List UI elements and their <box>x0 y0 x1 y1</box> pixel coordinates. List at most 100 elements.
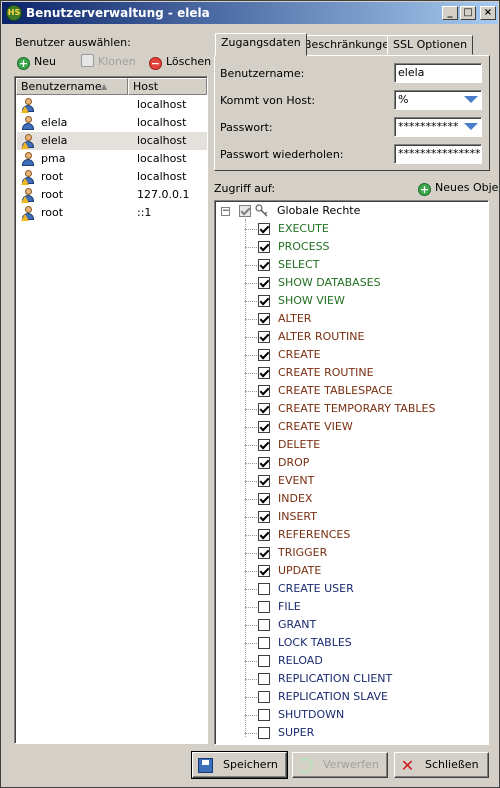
privilege-row[interactable]: UPDATE <box>215 562 488 580</box>
close-button[interactable]: ✕ Schließen <box>394 752 489 778</box>
privilege-checkbox[interactable] <box>258 349 270 361</box>
user-row[interactable]: elela localhost <box>17 132 207 150</box>
privilege-checkbox[interactable] <box>258 727 270 739</box>
privilege-row[interactable]: REFERENCES <box>215 526 488 544</box>
tree-connector <box>245 715 257 716</box>
privilege-row[interactable]: FILE <box>215 598 488 616</box>
privilege-row[interactable]: REPLICATION SLAVE <box>215 688 488 706</box>
tree-root-global-privileges[interactable]: − Globale Rechte <box>215 202 488 220</box>
chevron-down-icon[interactable] <box>464 96 478 103</box>
user-row[interactable]: elela localhost <box>17 114 207 132</box>
privilege-checkbox[interactable] <box>258 529 270 541</box>
privilege-row[interactable]: CREATE ROUTINE <box>215 364 488 382</box>
privilege-checkbox[interactable] <box>258 655 270 667</box>
privileges-tree[interactable]: − Globale Rechte EXECUTE PROCESS SELECT SHO… <box>214 200 489 745</box>
privilege-checkbox[interactable] <box>258 403 270 415</box>
privilege-row[interactable]: PROCESS <box>215 238 488 256</box>
column-header-username[interactable]: Benutzername ▲ <box>16 78 128 95</box>
privilege-row[interactable]: CREATE TEMPORARY TABLES <box>215 400 488 418</box>
privilege-row[interactable]: ALTER <box>215 310 488 328</box>
tab-ssl-options[interactable]: SSL Optionen <box>387 35 474 55</box>
privilege-row[interactable]: GRANT <box>215 616 488 634</box>
privilege-checkbox[interactable] <box>258 223 270 235</box>
new-object-button[interactable]: + Neues Obje <box>418 179 498 197</box>
privilege-checkbox[interactable] <box>258 241 270 253</box>
user-row[interactable]: root localhost <box>17 168 207 186</box>
privilege-checkbox[interactable] <box>258 295 270 307</box>
privilege-row[interactable]: CREATE <box>215 346 488 364</box>
privilege-checkbox[interactable] <box>258 637 270 649</box>
privilege-row[interactable]: DROP <box>215 454 488 472</box>
privilege-label: EVENT <box>278 474 315 487</box>
privilege-row[interactable]: CREATE VIEW <box>215 418 488 436</box>
tree-connector <box>245 301 257 302</box>
privilege-row[interactable]: SHOW VIEW <box>215 292 488 310</box>
privilege-checkbox[interactable] <box>258 619 270 631</box>
privilege-row[interactable]: ALTER ROUTINE <box>215 328 488 346</box>
user-list[interactable]: Benutzername ▲ Host localhost elela localh… <box>14 76 208 744</box>
clone-user-button[interactable]: Klonen <box>81 53 136 71</box>
privilege-checkbox[interactable] <box>258 511 270 523</box>
password-field[interactable]: *********** <box>394 117 482 137</box>
title-bar[interactable]: HS Benutzerverwaltung - elela _ □ × <box>2 2 498 24</box>
privilege-checkbox[interactable] <box>258 493 270 505</box>
privilege-checkbox[interactable] <box>258 673 270 685</box>
tree-connector <box>245 391 257 392</box>
privilege-row[interactable]: INDEX <box>215 490 488 508</box>
privilege-row[interactable]: TRIGGER <box>215 544 488 562</box>
privilege-checkbox[interactable] <box>258 475 270 487</box>
privilege-checkbox[interactable] <box>258 259 270 271</box>
privilege-checkbox[interactable] <box>258 331 270 343</box>
discard-button[interactable]: Verwerfen <box>292 752 388 778</box>
privilege-row[interactable]: INSERT <box>215 508 488 526</box>
privilege-row[interactable]: CREATE TABLESPACE <box>215 382 488 400</box>
privilege-row[interactable]: CREATE USER <box>215 580 488 598</box>
user-row[interactable]: pma localhost <box>17 150 207 168</box>
privilege-checkbox[interactable] <box>258 385 270 397</box>
user-row[interactable]: root::1 <box>17 204 207 222</box>
delete-user-button[interactable]: − Löschen <box>149 53 211 71</box>
privilege-checkbox[interactable] <box>258 421 270 433</box>
user-row[interactable]: root 127.0.0.1 <box>17 186 207 204</box>
privilege-checkbox[interactable] <box>258 583 270 595</box>
password-repeat-field[interactable]: *************** <box>394 144 482 164</box>
tree-connector <box>245 589 257 590</box>
privilege-checkbox[interactable] <box>258 313 270 325</box>
new-user-button[interactable]: + Neu <box>17 53 56 71</box>
privilege-checkbox[interactable] <box>258 367 270 379</box>
column-header-host[interactable]: Host <box>128 78 207 95</box>
tree-connector <box>245 229 257 230</box>
privilege-checkbox[interactable] <box>258 457 270 469</box>
privilege-row[interactable]: RELOAD <box>215 652 488 670</box>
tree-connector <box>245 463 257 464</box>
privilege-checkbox[interactable] <box>258 547 270 559</box>
privilege-row[interactable]: EXECUTE <box>215 220 488 238</box>
key-icon <box>255 204 268 217</box>
privilege-checkbox[interactable] <box>258 565 270 577</box>
tab-credentials[interactable]: Zugangsdaten <box>215 33 307 56</box>
privilege-row[interactable]: SHUTDOWN <box>215 706 488 724</box>
chevron-down-icon[interactable] <box>464 123 478 130</box>
privilege-row[interactable]: EVENT <box>215 472 488 490</box>
privilege-row[interactable]: LOCK TABLES <box>215 634 488 652</box>
privilege-row[interactable]: DELETE <box>215 436 488 454</box>
privilege-checkbox[interactable] <box>258 277 270 289</box>
user-row[interactable]: localhost <box>17 96 207 114</box>
privilege-row[interactable]: REPLICATION CLIENT <box>215 670 488 688</box>
root-checkbox[interactable] <box>239 205 251 217</box>
privilege-checkbox[interactable] <box>258 439 270 451</box>
privilege-row[interactable]: SUPER <box>215 724 488 742</box>
privilege-checkbox[interactable] <box>258 601 270 613</box>
privilege-checkbox[interactable] <box>258 691 270 703</box>
privilege-row[interactable]: SHOW DATABASES <box>215 274 488 292</box>
host-combobox[interactable]: % <box>394 90 482 110</box>
privilege-checkbox[interactable] <box>258 709 270 721</box>
save-button[interactable]: Speichern <box>191 751 288 779</box>
username-field[interactable]: elela <box>394 63 482 83</box>
tree-root-label: Globale Rechte <box>277 204 361 217</box>
maximize-button[interactable]: □ <box>460 6 476 20</box>
minimize-button[interactable]: _ <box>442 6 458 20</box>
close-window-button[interactable]: × <box>480 6 496 20</box>
collapse-icon[interactable]: − <box>221 207 230 216</box>
privilege-row[interactable]: SELECT <box>215 256 488 274</box>
